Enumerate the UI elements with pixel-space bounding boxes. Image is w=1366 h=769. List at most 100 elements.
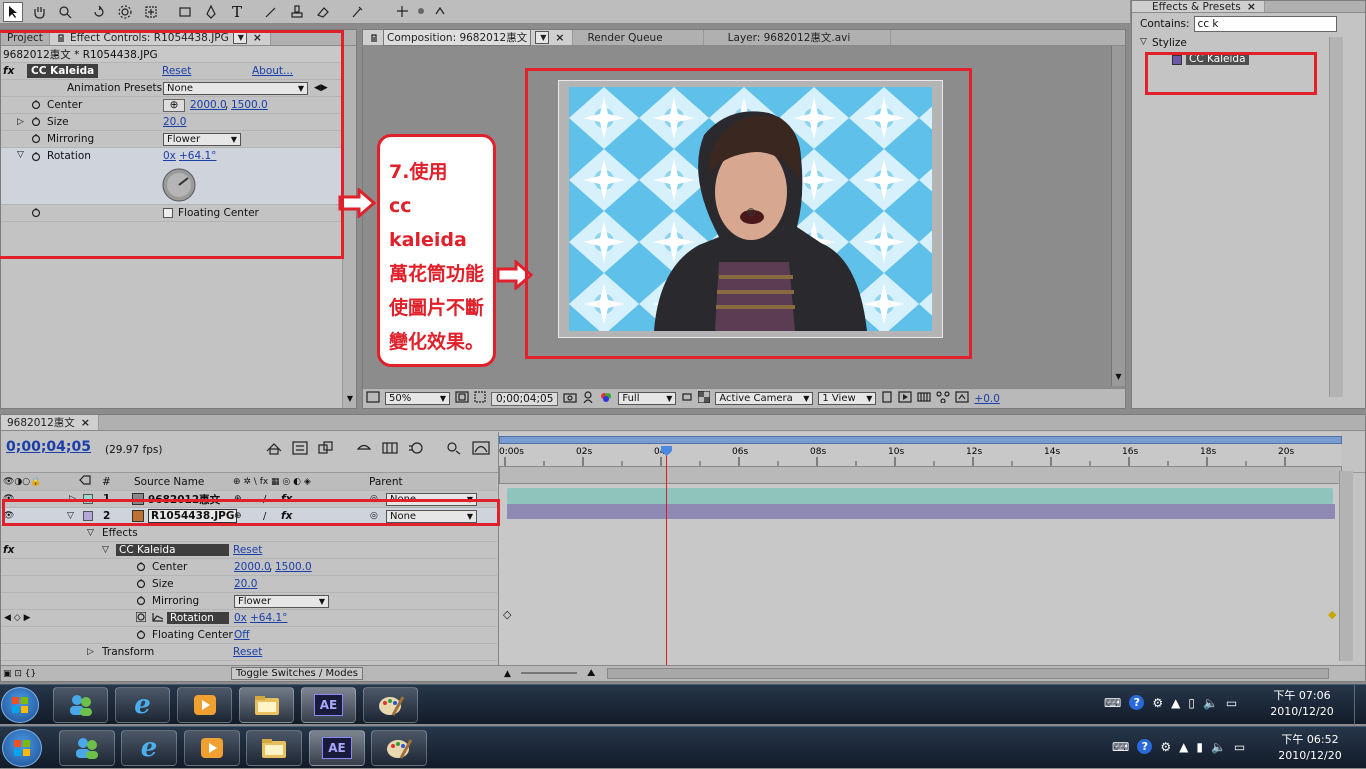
keyframe-end[interactable]: ◆	[1328, 608, 1336, 621]
internet-explorer-icon[interactable]: e	[115, 687, 170, 723]
hand-tool-icon[interactable]	[29, 2, 49, 22]
playhead-line[interactable]	[666, 446, 667, 668]
layer-1-duration-bar[interactable]	[507, 488, 1333, 504]
rotation-revolutions[interactable]: 0x	[234, 612, 247, 624]
puppet-tool-icon[interactable]	[347, 2, 367, 22]
brush-tool-icon[interactable]	[261, 2, 281, 22]
visibility-icon[interactable]: 👁	[3, 511, 14, 521]
collapse-arrow-icon[interactable]: ▽	[17, 150, 24, 160]
stopwatch-active-icon[interactable]	[135, 610, 147, 625]
volume-icon[interactable]: 🔈	[1211, 740, 1226, 754]
internet-explorer-icon[interactable]: e	[121, 730, 177, 766]
effect-item-cc-kaleida[interactable]: CC Kaleida	[1186, 53, 1249, 65]
clock[interactable]: 下午 07:06 2010/12/20	[1262, 688, 1342, 720]
center-x-value[interactable]: 2000.0	[234, 561, 271, 573]
rotation-revolutions[interactable]: 0x	[163, 150, 176, 162]
panel-menu-dropdown[interactable]	[232, 31, 247, 44]
floating-center-value[interactable]: Off	[234, 629, 250, 641]
layer-source-name[interactable]: 9682012惠文	[148, 492, 220, 507]
show-hidden-icons[interactable]: ▲	[1171, 696, 1180, 710]
work-area-bar[interactable]	[499, 436, 1342, 444]
scrollbar[interactable]	[1329, 37, 1343, 397]
axis-mode-icons[interactable]	[396, 5, 447, 18]
expand-arrow-icon[interactable]: ▷	[69, 494, 76, 504]
keyboard-icon[interactable]: ⌨	[1112, 740, 1129, 754]
tab-composition[interactable]: Composition: 9682012惠文 ×	[363, 29, 574, 46]
timeline-scrollbar[interactable]	[1339, 471, 1353, 661]
reset-exposure-icon[interactable]	[955, 391, 969, 406]
show-snapshot-icon[interactable]	[582, 391, 594, 406]
file-explorer-icon[interactable]	[239, 687, 294, 723]
stopwatch-icon[interactable]	[31, 99, 41, 112]
timecode-display[interactable]: 0;00;04;05	[6, 439, 91, 455]
draft-3d-icon[interactable]	[318, 441, 334, 458]
mirroring-dropdown[interactable]: Flower	[234, 594, 329, 608]
stopwatch-icon[interactable]	[31, 151, 41, 164]
volume-icon[interactable]: 🔈	[1203, 696, 1218, 710]
tray-settings-icon[interactable]: ⚙	[1152, 696, 1163, 710]
expand-arrow-icon[interactable]: ▷	[87, 647, 94, 657]
keyframe-start[interactable]: ◇	[503, 608, 511, 621]
brainstorm-icon[interactable]	[446, 441, 462, 458]
snapshot-icon[interactable]	[563, 391, 577, 406]
paint-icon[interactable]	[371, 730, 427, 766]
about-link[interactable]: About...	[252, 65, 293, 77]
help-icon[interactable]: ?	[1137, 739, 1153, 754]
timeline-footer-icons[interactable]: ▣ ⊡ {}	[3, 669, 36, 679]
tab-effect-controls[interactable]: Effect Controls: R1054438.JPG ×	[49, 30, 271, 45]
collapse-arrow-icon[interactable]: ▽	[102, 545, 109, 555]
transparency-grid-icon[interactable]	[697, 390, 711, 406]
timeline-graph-area[interactable]: 0:00s 02s 04s 06s 08s 10s 12s 14s 16s 18s 20s ◇ ◆	[498, 432, 1342, 668]
effect-name[interactable]: CC Kaleida	[27, 64, 99, 78]
stopwatch-icon[interactable]	[136, 578, 146, 591]
rotation-label[interactable]: Rotation	[167, 612, 229, 624]
center-x-value[interactable]: 2000.0	[190, 99, 227, 111]
label-color-swatch[interactable]	[83, 494, 93, 504]
orbit-camera-tool-icon[interactable]	[115, 2, 135, 22]
visibility-icon[interactable]: 👁	[3, 494, 14, 504]
arrow-tool-icon[interactable]	[3, 2, 23, 22]
fx-switch-icon[interactable]: fx	[281, 493, 292, 505]
stopwatch-icon[interactable]	[31, 116, 41, 129]
tab-layer[interactable]: Layer: 9682012惠文.avi	[704, 30, 892, 45]
collapse-arrow-icon[interactable]: ▽	[67, 511, 74, 521]
expand-arrow-icon[interactable]: ▷	[17, 117, 24, 127]
media-player-icon[interactable]	[184, 730, 240, 766]
reset-link[interactable]: Reset	[162, 65, 191, 77]
layer-source-name[interactable]: R1054438.JPG	[148, 509, 238, 523]
close-icon[interactable]: ×	[1245, 1, 1258, 12]
graph-icon[interactable]	[152, 612, 164, 625]
scrollbar[interactable]: ▼	[1111, 46, 1125, 386]
live-update-icon[interactable]	[266, 441, 282, 458]
view-layout-dropdown[interactable]: 1 View	[818, 392, 877, 405]
tab-render-queue[interactable]: Render Queue	[573, 30, 704, 45]
show-desktop-button[interactable]	[1354, 685, 1366, 725]
camera-view-dropdown[interactable]: Active Camera	[715, 392, 814, 405]
text-tool-icon[interactable]: T	[227, 2, 247, 22]
comp-dropdown[interactable]	[535, 31, 550, 44]
parent-dropdown[interactable]: None	[386, 492, 477, 506]
resolution-dropdown[interactable]: Full	[618, 392, 677, 405]
messenger-icon[interactable]	[53, 687, 108, 723]
layer-2-duration-bar[interactable]	[507, 504, 1335, 519]
start-button[interactable]	[1, 687, 39, 723]
floating-center-checkbox[interactable]	[163, 208, 173, 218]
close-icon[interactable]: ×	[79, 416, 92, 429]
pixel-aspect-icon[interactable]	[881, 391, 893, 406]
layer-row[interactable]: 👁 ▷ 1 9682012惠文 ⊕ / fx ◎ None	[1, 491, 497, 508]
file-explorer-icon[interactable]	[246, 730, 302, 766]
composition-frame[interactable]: ⊕	[558, 80, 943, 338]
rotation-degrees[interactable]: +64.1°	[179, 150, 216, 162]
clock[interactable]: 下午 06:52 2010/12/20	[1270, 732, 1350, 764]
collapse-arrow-icon[interactable]: ▽	[1140, 37, 1147, 47]
region-of-interest-icon[interactable]	[681, 391, 693, 406]
stopwatch-icon[interactable]	[31, 207, 41, 220]
pick-whip-icon[interactable]: ◎	[370, 494, 378, 504]
motion-blur-icon[interactable]	[408, 441, 424, 458]
keyframe-navigator[interactable]: ◀ ◇ ▶	[4, 613, 31, 623]
messenger-icon[interactable]	[59, 730, 115, 766]
column-source-name-header[interactable]: Source Name	[134, 476, 204, 488]
start-button[interactable]	[2, 729, 42, 767]
after-effects-icon[interactable]: AE	[309, 730, 365, 766]
zoom-tool-icon[interactable]	[55, 2, 75, 22]
